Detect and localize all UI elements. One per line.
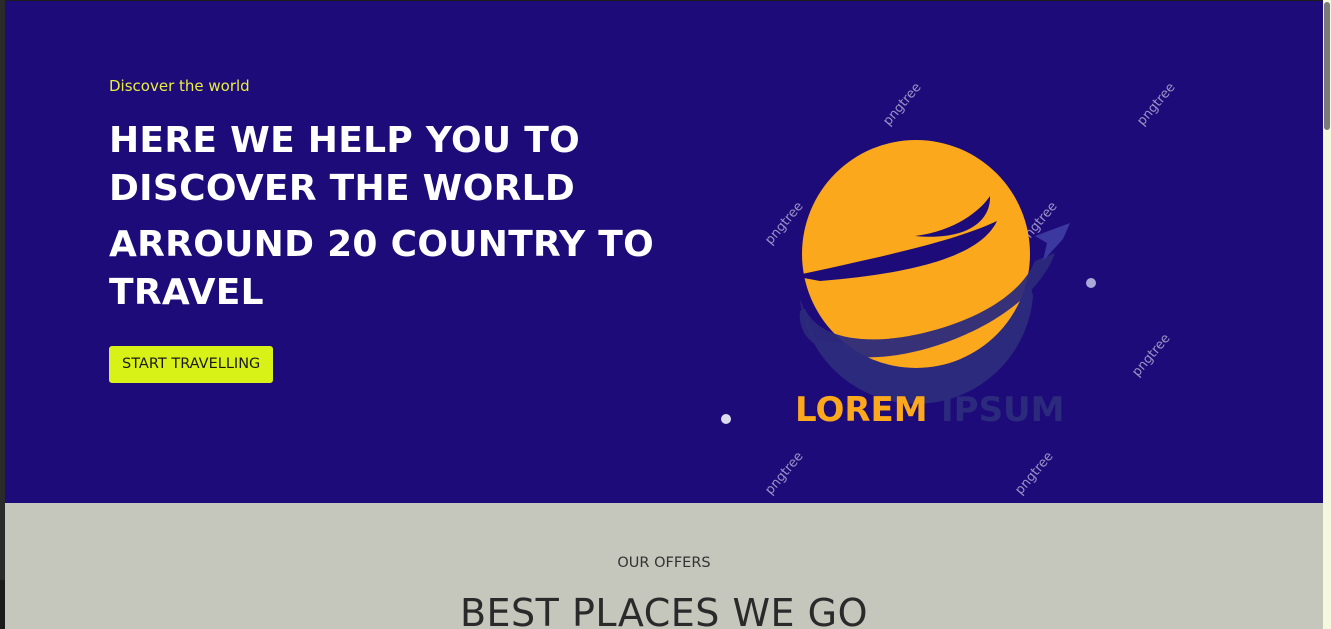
- star-dot: [1086, 278, 1096, 288]
- logo-word-1: LOREM: [795, 390, 928, 430]
- hero-section: Discover the world HERE WE HELP YOU TO D…: [5, 1, 1323, 503]
- planet-logo-icon: LOREM IPSUM: [721, 140, 1096, 430]
- star-dot: [721, 414, 731, 424]
- hero-eyebrow: Discover the world: [109, 77, 250, 95]
- page: Discover the world HERE WE HELP YOU TO D…: [0, 0, 1331, 629]
- start-travelling-button[interactable]: START TRAVELLING: [109, 346, 274, 383]
- hero-headline-2: ARROUND 20 COUNTRY TO TRAVEL: [109, 224, 655, 313]
- offers-section: OUR OFFERS BEST PLACES WE GO: [5, 503, 1323, 629]
- offers-eyebrow: OUR OFFERS: [617, 555, 711, 571]
- hero-headline-1: HERE WE HELP YOU TO DISCOVER THE WORLD: [109, 120, 580, 209]
- offers-title: BEST PLACES WE GO: [459, 591, 869, 629]
- scrollbar-thumb[interactable]: [1324, 2, 1330, 130]
- logo-word-2: IPSUM: [941, 390, 1065, 430]
